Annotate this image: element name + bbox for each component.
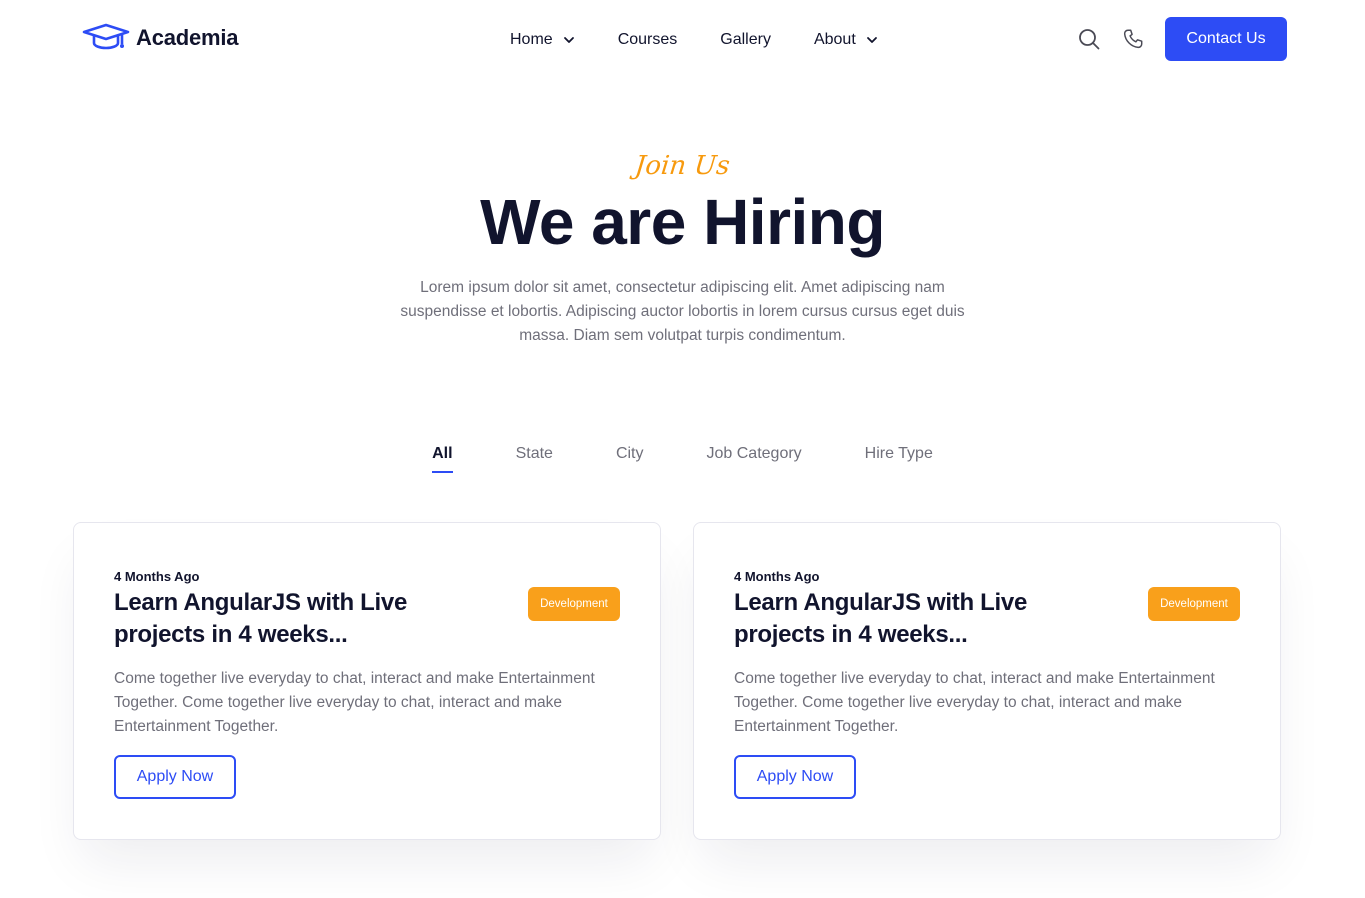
graduation-cap-icon [82, 23, 130, 50]
site-header: Academia Home Courses Gallery About Cont… [0, 0, 1365, 80]
tab-city[interactable]: City [616, 445, 644, 473]
hero-section: Join Us We are Hiring Lorem ipsum dolor … [0, 150, 1365, 348]
nav-item-gallery[interactable]: Gallery [720, 28, 771, 52]
logo[interactable]: Academia [82, 22, 239, 54]
apply-now-button[interactable]: Apply Now [734, 755, 856, 799]
search-button[interactable] [1077, 27, 1101, 51]
phone-button[interactable] [1121, 27, 1145, 51]
category-badge: Development [528, 587, 620, 621]
hero-description: Lorem ipsum dolor sit amet, consectetur … [400, 279, 965, 344]
tab-all[interactable]: All [432, 445, 454, 473]
nav-item-courses[interactable]: Courses [618, 28, 678, 52]
tab-state[interactable]: State [516, 445, 553, 473]
nav-item-home[interactable]: Home [510, 28, 575, 52]
main-nav: Home Courses Gallery About [510, 28, 878, 52]
nav-item-label: About [813, 31, 856, 48]
hero-eyebrow: Join Us [633, 151, 732, 181]
category-badge: Development [1148, 587, 1240, 621]
page-title: We are Hiring [480, 186, 885, 258]
job-posted-time: 4 Months Ago [734, 569, 820, 584]
filter-tabs: All State City Job Category Hire Type [0, 445, 1365, 473]
nav-item-about[interactable]: About [814, 28, 878, 52]
job-card: 4 Months Ago Learn AngularJS with Live p… [73, 522, 661, 840]
phone-icon [1123, 29, 1143, 49]
nav-item-label: Home [510, 31, 553, 48]
search-icon [1079, 29, 1100, 50]
job-title: Learn AngularJS with Live projects in 4 … [114, 589, 408, 648]
chevron-down-icon [563, 37, 574, 43]
contact-us-button[interactable]: Contact Us [1165, 17, 1287, 61]
brand-name: Academia [136, 25, 239, 50]
job-card: 4 Months Ago Learn AngularJS with Live p… [693, 522, 1281, 840]
chevron-down-icon [866, 37, 877, 43]
tab-job-category[interactable]: Job Category [707, 445, 802, 473]
header-actions: Contact Us [1077, 17, 1287, 61]
tab-hire-type[interactable]: Hire Type [865, 445, 933, 473]
nav-item-label: Courses [617, 31, 678, 48]
job-description: Come together live everyday to chat, int… [734, 670, 1215, 735]
job-description: Come together live everyday to chat, int… [114, 670, 595, 735]
apply-now-button[interactable]: Apply Now [114, 755, 236, 799]
job-title: Learn AngularJS with Live projects in 4 … [734, 589, 1028, 648]
nav-item-label: Gallery [720, 31, 771, 48]
job-posted-time: 4 Months Ago [114, 569, 200, 584]
